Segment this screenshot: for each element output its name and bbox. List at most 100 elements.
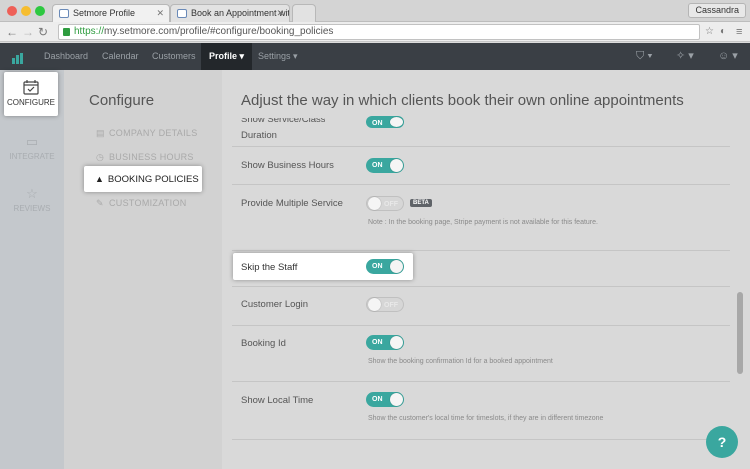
toggle-local-time[interactable]: ON: [366, 392, 404, 407]
close-tab-icon[interactable]: ✕: [156, 8, 164, 19]
setting-note-booking-id: Show the booking confirmation Id for a b…: [368, 358, 553, 365]
page-favicon-icon: [59, 9, 69, 18]
lock-icon: [63, 28, 70, 36]
menu-item-company-details[interactable]: ▤ COMPANY DETAILS: [96, 128, 198, 139]
toggle-knob: [390, 393, 403, 406]
setting-label-customer-login: Customer Login: [241, 299, 309, 310]
menu-item-label: CUSTOMIZATION: [109, 198, 187, 208]
toggle-state: ON: [372, 120, 383, 127]
sidebar-label-configure: CONFIGURE: [7, 98, 55, 107]
toggle-booking-id[interactable]: ON: [366, 335, 404, 350]
extension-icon[interactable]: ◐: [720, 25, 726, 39]
sidebar-item-integrate[interactable]: ▭ INTEGRATE: [0, 134, 64, 161]
chat-help-button[interactable]: ?: [706, 426, 738, 458]
setting-label-business-hours: Show Business Hours: [241, 160, 334, 171]
page-title: Adjust the way in which clients book the…: [241, 92, 684, 109]
menu-item-label: COMPANY DETAILS: [109, 128, 198, 138]
toggle-knob: [368, 197, 381, 210]
toggle-business-hours[interactable]: ON: [366, 158, 404, 173]
tab-title: Book an Appointment with: [191, 8, 290, 18]
nav-calendar[interactable]: Calendar: [102, 43, 139, 70]
clock-icon: ◷: [96, 152, 105, 162]
menu-item-business-hours[interactable]: ◷ BUSINESS HOURS: [96, 152, 194, 163]
scrollbar[interactable]: [737, 292, 743, 374]
menu-item-booking-policies[interactable]: ▲ BOOKING POLICIES: [84, 166, 202, 192]
setting-label-multiple-service: Provide Multiple Service: [241, 198, 343, 209]
toggle-state: OFF: [384, 201, 398, 208]
toggle-knob: [390, 117, 403, 127]
building-icon: ▤: [96, 128, 105, 138]
toggle-skip-staff[interactable]: ON: [366, 259, 404, 274]
new-tab-button[interactable]: [292, 4, 316, 22]
url-path: my.setmore.com/profile/#configure/bookin…: [104, 26, 334, 37]
forward-arrow-icon[interactable]: →: [22, 25, 34, 39]
pencil-icon: ✎: [96, 198, 104, 208]
setting-label-line: Duration: [241, 130, 277, 141]
icon-sidebar: [0, 70, 64, 469]
sidebar-item-configure[interactable]: CONFIGURE: [4, 72, 58, 116]
shield-icon[interactable]: ⛉ ▾: [636, 43, 653, 70]
gift-icon[interactable]: ✧ ▾: [676, 43, 694, 70]
star-icon[interactable]: ☆: [705, 25, 714, 39]
calendar-check-icon: [23, 80, 39, 95]
divider: [232, 184, 730, 185]
toggle-knob: [390, 260, 403, 273]
divider: [232, 250, 730, 251]
star-outline-icon: ☆: [26, 186, 38, 201]
divider: [232, 325, 730, 326]
toggle-state: ON: [372, 396, 383, 403]
app-navigation-bar: Dashboard Calendar Customers Profile ▾ S…: [0, 43, 750, 70]
toggle-knob: [390, 159, 403, 172]
beta-badge: BETA: [410, 199, 432, 207]
setmore-logo-icon[interactable]: [12, 51, 24, 64]
nav-settings[interactable]: Settings ▾: [258, 43, 298, 70]
minimize-window-icon[interactable]: [21, 6, 31, 16]
toggle-state: ON: [372, 263, 383, 270]
toggle-customer-login[interactable]: OFF: [366, 297, 404, 312]
browser-tab-bar: Setmore Profile ✕ Book an Appointment wi…: [0, 0, 750, 22]
toggle-state: ON: [372, 162, 383, 169]
nav-dashboard[interactable]: Dashboard: [44, 43, 88, 70]
integrate-icon: ▭: [25, 134, 39, 149]
menu-item-customization[interactable]: ✎ CUSTOMIZATION: [96, 198, 187, 209]
sidebar-label-integrate: INTEGRATE: [9, 152, 55, 161]
browser-tab-setmore-profile[interactable]: Setmore Profile ✕: [52, 4, 170, 22]
toggle-multiple-service[interactable]: OFF: [366, 196, 404, 211]
warning-icon: ▲: [95, 174, 104, 184]
toggle-state: ON: [372, 339, 383, 346]
tab-title: Setmore Profile: [73, 8, 136, 18]
page-favicon-icon: [177, 9, 187, 18]
divider: [232, 146, 730, 147]
nav-customers[interactable]: Customers: [152, 43, 196, 70]
setting-note-local-time: Show the customer's local time for times…: [368, 415, 604, 422]
setting-label-skip-staff: Skip the Staff: [241, 262, 298, 273]
nav-profile[interactable]: Profile ▾: [201, 43, 253, 70]
setting-label-line: Show Service/Class: [241, 118, 326, 125]
browser-menu-icon[interactable]: ≡: [736, 25, 742, 39]
browser-tab-book-appointment[interactable]: Book an Appointment with ✕: [170, 4, 290, 22]
url-scheme: https://: [74, 26, 105, 37]
divider: [232, 381, 730, 382]
setting-label-local-time: Show Local Time: [241, 395, 314, 406]
address-bar[interactable]: https://my.setmore.com/profile/#configur…: [58, 24, 700, 40]
setting-note-multiple-service: Note : In the booking page, Stripe payme…: [368, 219, 598, 226]
toggle-service-duration[interactable]: ON: [366, 116, 404, 128]
toggle-knob: [390, 336, 403, 349]
browser-user-chip[interactable]: Cassandra: [688, 3, 746, 18]
menu-item-label: BOOKING POLICIES: [107, 174, 199, 185]
browser-toolbar: ← → ↻ https://my.setmore.com/profile/#co…: [0, 22, 750, 42]
configure-menu-title: Configure: [89, 92, 155, 109]
toggle-knob: [368, 298, 381, 311]
zoom-window-icon[interactable]: [35, 6, 45, 16]
chat-question-icon: ?: [717, 434, 727, 450]
setting-label-service-duration: Show Service/Class Duration: [241, 118, 325, 141]
close-tab-icon[interactable]: ✕: [276, 8, 284, 19]
close-window-icon[interactable]: [7, 6, 17, 16]
back-arrow-icon[interactable]: ←: [6, 25, 18, 39]
reload-icon[interactable]: ↻: [38, 25, 48, 39]
divider: [232, 439, 730, 440]
user-account-icon[interactable]: ☺ ▾: [718, 43, 738, 70]
divider: [232, 286, 730, 287]
sidebar-item-reviews[interactable]: ☆ REVIEWS: [0, 186, 64, 213]
setting-label-booking-id: Booking Id: [241, 338, 286, 349]
